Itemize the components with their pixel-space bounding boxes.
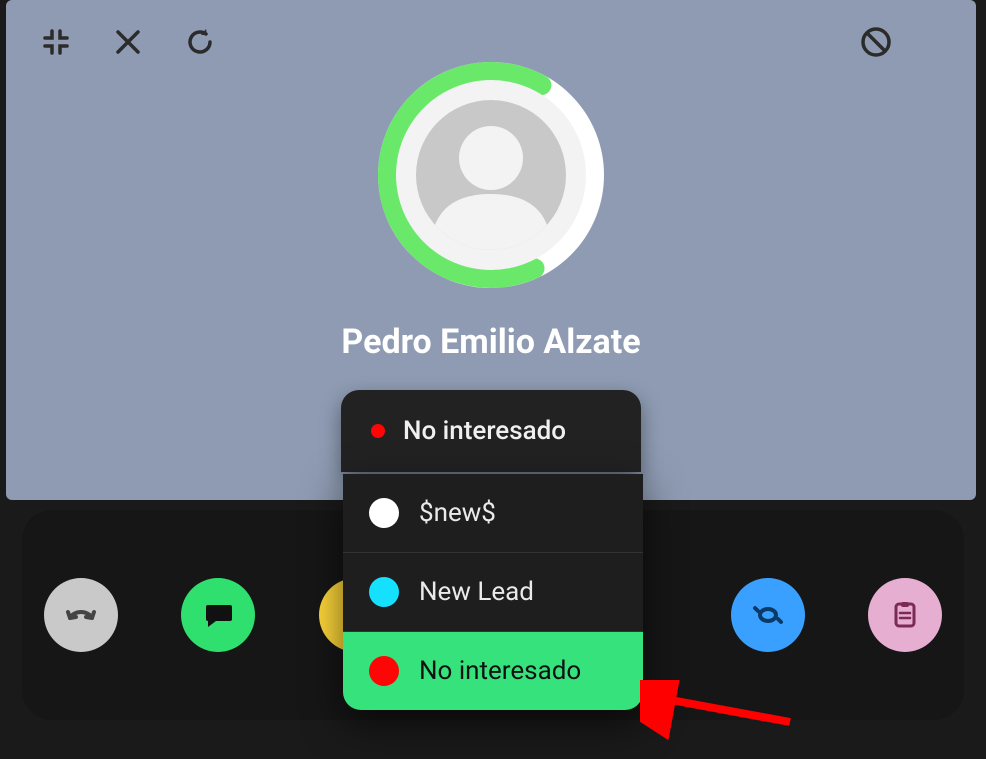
status-swatch-icon	[369, 577, 399, 607]
annotation-arrow-icon	[640, 680, 800, 740]
status-option-no-interesado[interactable]: No interesado	[343, 631, 643, 710]
status-selector[interactable]: No interesado	[341, 390, 641, 472]
status-swatch-icon	[369, 656, 399, 686]
status-option-new[interactable]: $new$	[343, 474, 643, 552]
avatar	[396, 80, 586, 270]
chat-button[interactable]	[181, 578, 255, 652]
transfer-button[interactable]	[44, 578, 118, 652]
toolbar-right	[858, 24, 894, 60]
close-icon[interactable]	[110, 24, 146, 60]
avatar-progress-ring	[376, 60, 606, 290]
status-current-label: No interesado	[403, 416, 566, 446]
status-option-label: No interesado	[419, 656, 581, 686]
status-option-new-lead[interactable]: New Lead	[343, 552, 643, 631]
minimize-icon[interactable]	[38, 24, 74, 60]
status-dropdown: $new$ New Lead No interesado	[343, 474, 643, 710]
tasks-button[interactable]	[868, 578, 942, 652]
status-option-label: New Lead	[419, 577, 534, 607]
block-icon[interactable]	[858, 24, 894, 60]
activity-button[interactable]	[731, 578, 805, 652]
refresh-icon[interactable]	[182, 24, 218, 60]
status-swatch-icon	[369, 498, 399, 528]
contact-name: Pedro Emilio Alzate	[6, 322, 976, 362]
app-stage: Pedro Emilio Alzate No interesado $new$ …	[0, 0, 986, 759]
contact-card: Pedro Emilio Alzate No interesado	[6, 0, 976, 500]
toolbar-left	[38, 24, 218, 60]
status-dot-icon	[371, 424, 385, 438]
status-option-label: $new$	[419, 498, 496, 528]
